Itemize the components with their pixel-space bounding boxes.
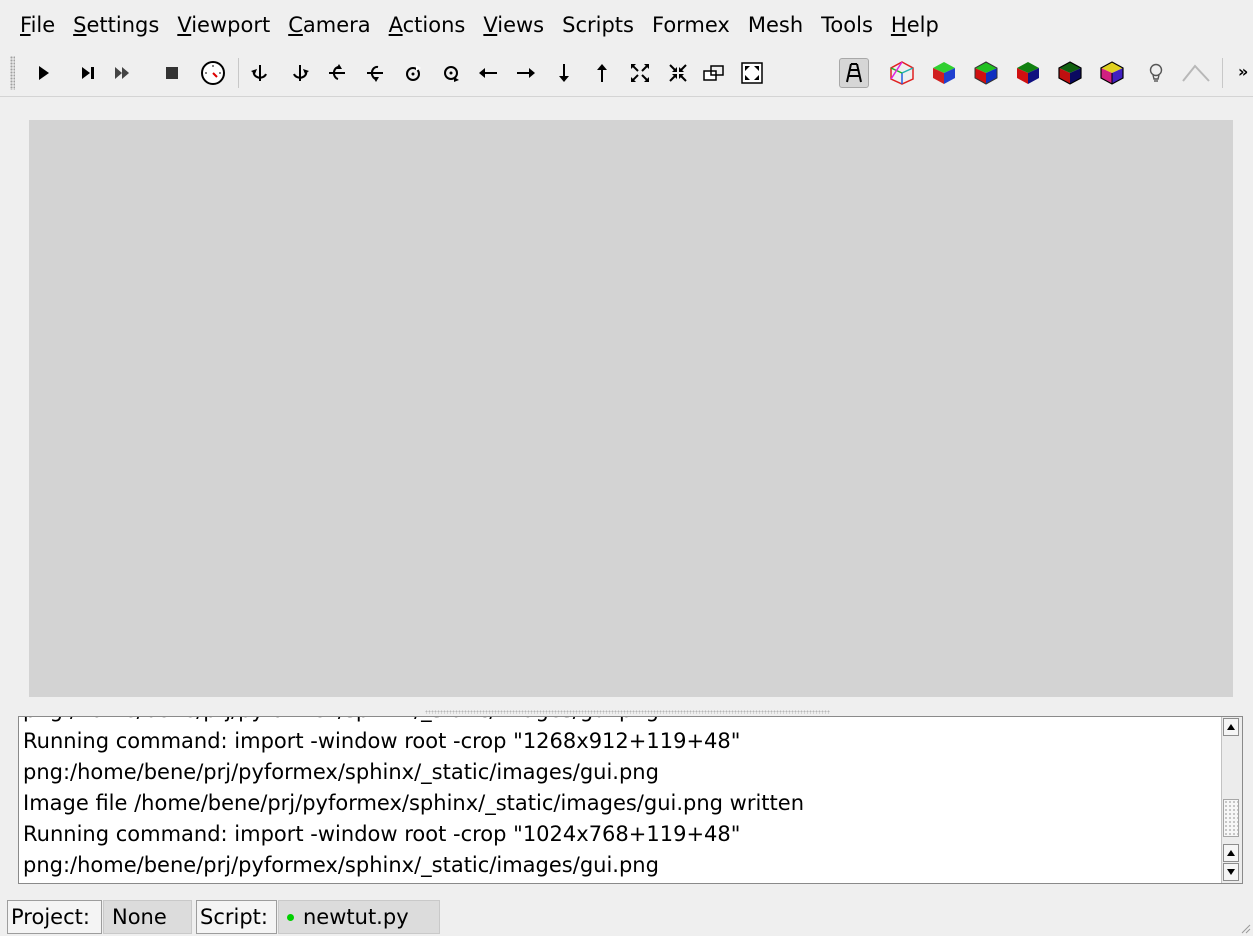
pan-down-icon[interactable] — [549, 58, 579, 88]
scroll-down-button[interactable] — [1223, 863, 1239, 881]
scroll-up-button[interactable] — [1223, 844, 1239, 862]
toolbar: » — [0, 50, 1253, 97]
menu-bar: File Settings Viewport Camera Actions Vi… — [0, 0, 1253, 50]
arrow-up-icon — [1227, 850, 1235, 856]
play-icon[interactable] — [29, 58, 59, 88]
transparency-icon[interactable] — [1097, 58, 1127, 88]
splitter-handle[interactable] — [425, 710, 830, 714]
rotate-ccw-icon[interactable] — [398, 58, 428, 88]
shrink-icon[interactable] — [1181, 58, 1211, 88]
smoothwire-icon[interactable] — [1013, 58, 1043, 88]
script-label: Script: — [196, 900, 277, 934]
project-name: None — [112, 905, 167, 929]
zoom-rectangle-icon[interactable] — [699, 58, 729, 88]
menu-mesh[interactable]: Mesh — [730, 0, 803, 50]
resize-grip-icon[interactable] — [1239, 922, 1251, 934]
light-icon[interactable] — [1141, 58, 1171, 88]
message-line: png:/home/bene/prj/pyformex/sphinx/_stat… — [23, 760, 659, 784]
menu-tools[interactable]: Tools — [803, 0, 873, 50]
script-status-indicator — [287, 913, 294, 921]
menu-viewport[interactable]: Viewport — [159, 0, 270, 50]
scrollbar-thumb[interactable] — [1223, 799, 1239, 837]
message-line: Image file /home/bene/prj/pyformex/sphin… — [23, 791, 805, 815]
status-bar: Project: None Script: newtut.py — [0, 898, 1253, 936]
pan-up-icon[interactable] — [587, 58, 617, 88]
toolbar-extension-button[interactable]: » — [1238, 62, 1248, 81]
flatwire-icon[interactable] — [1055, 58, 1085, 88]
pan-right-icon[interactable] — [511, 58, 541, 88]
message-line: png:/home/bene/prj/pyformex/sphinx/_stat… — [23, 717, 1218, 726]
menu-views[interactable]: Views — [465, 0, 544, 50]
zoom-out-icon[interactable] — [663, 58, 693, 88]
perspective-icon[interactable] — [839, 58, 869, 88]
arrow-up-icon — [1227, 724, 1235, 730]
zoom-all-icon[interactable] — [737, 58, 767, 88]
toolbar-separator — [1222, 58, 1223, 88]
arrow-down-icon — [1227, 869, 1235, 875]
vertical-scrollbar[interactable] — [1221, 717, 1242, 883]
message-line: png:/home/bene/prj/pyformex/sphinx/_stat… — [23, 853, 659, 877]
wireframe-icon[interactable] — [887, 58, 917, 88]
menu-help[interactable]: Help — [873, 0, 939, 50]
toolbar-grip[interactable] — [10, 56, 15, 90]
message-board[interactable]: png:/home/bene/prj/pyformex/sphinx/_stat… — [18, 716, 1243, 884]
smooth-icon[interactable] — [929, 58, 959, 88]
pan-left-icon[interactable] — [473, 58, 503, 88]
scroll-up-button[interactable] — [1223, 718, 1239, 736]
viewport-canvas[interactable] — [29, 120, 1233, 697]
flat-icon[interactable] — [971, 58, 1001, 88]
rotate-right-icon[interactable] — [285, 58, 315, 88]
menu-camera[interactable]: Camera — [270, 0, 370, 50]
menu-settings[interactable]: Settings — [55, 0, 159, 50]
menu-scripts[interactable]: Scripts — [544, 0, 634, 50]
menu-actions[interactable]: Actions — [371, 0, 466, 50]
timer-icon[interactable] — [198, 58, 228, 88]
message-line: Running command: import -window root -cr… — [23, 822, 741, 846]
rotate-cw-icon[interactable] — [436, 58, 466, 88]
rotate-up-icon[interactable] — [322, 58, 352, 88]
toolbar-separator — [238, 58, 239, 88]
zoom-in-icon[interactable] — [625, 58, 655, 88]
rotate-left-icon[interactable] — [245, 58, 275, 88]
continue-icon[interactable] — [107, 58, 137, 88]
message-line: Running command: import -window root -cr… — [23, 729, 741, 753]
rotate-down-icon[interactable] — [360, 58, 390, 88]
project-value[interactable]: None — [103, 900, 192, 934]
script-value[interactable]: newtut.py — [278, 900, 440, 934]
script-name: newtut.py — [303, 905, 409, 929]
menu-file[interactable]: File — [0, 0, 55, 50]
message-lines: png:/home/bene/prj/pyformex/sphinx/_stat… — [23, 717, 1218, 881]
project-label: Project: — [7, 900, 102, 934]
step-icon[interactable] — [73, 58, 103, 88]
menu-formex[interactable]: Formex — [634, 0, 730, 50]
stop-icon[interactable] — [157, 58, 187, 88]
